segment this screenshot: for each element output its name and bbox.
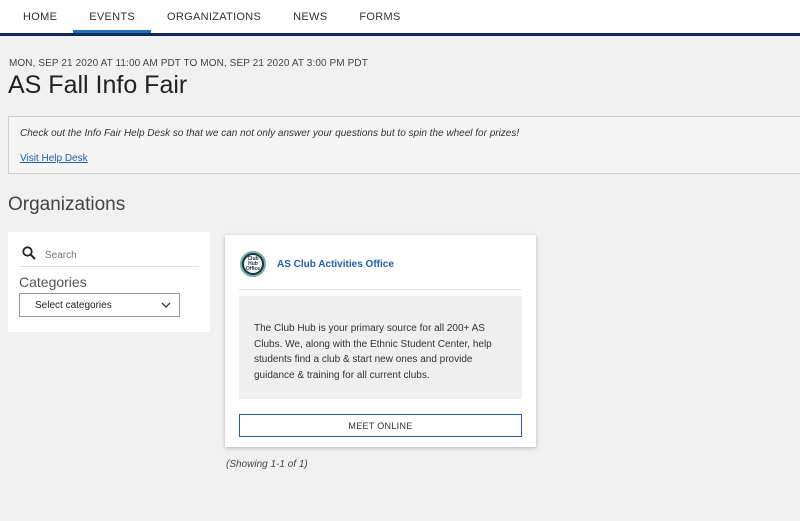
nav-news[interactable]: NEWS bbox=[277, 0, 343, 33]
org-name-link[interactable]: AS Club Activities Office bbox=[277, 259, 394, 270]
categories-select[interactable]: Select categories bbox=[19, 293, 180, 317]
organizations-section-title: Organizations bbox=[8, 194, 126, 215]
nav-events[interactable]: EVENTS bbox=[73, 0, 151, 33]
chevron-down-icon bbox=[161, 302, 171, 308]
search-icon[interactable] bbox=[21, 245, 37, 261]
event-date-range: MON, SEP 21 2020 AT 11:00 AM PDT TO MON,… bbox=[9, 58, 368, 69]
filter-panel: Categories Select categories bbox=[8, 232, 210, 332]
visit-help-desk-link[interactable]: Visit Help Desk bbox=[20, 153, 88, 164]
org-card: Club Hub Office AS Club Activities Offic… bbox=[225, 235, 536, 447]
org-logo: Club Hub Office bbox=[240, 251, 266, 277]
nav-forms[interactable]: FORMS bbox=[343, 0, 416, 33]
event-title: AS Fall Info Fair bbox=[8, 71, 188, 99]
search-input[interactable] bbox=[45, 249, 185, 261]
categories-label: Categories bbox=[19, 274, 87, 290]
org-description: The Club Hub is your primary source for … bbox=[254, 323, 492, 381]
card-divider bbox=[239, 289, 522, 290]
event-info-box: Check out the Info Fair Help Desk so tha… bbox=[8, 116, 800, 174]
meet-online-button[interactable]: MEET ONLINE bbox=[239, 414, 522, 437]
search-row bbox=[19, 240, 199, 267]
org-logo-text: Club Hub Office bbox=[244, 255, 262, 273]
nav-home[interactable]: HOME bbox=[0, 0, 73, 33]
nav-organizations[interactable]: ORGANIZATIONS bbox=[151, 0, 277, 33]
top-nav: HOME EVENTS ORGANIZATIONS NEWS FORMS bbox=[0, 0, 800, 36]
results-count: (Showing 1-1 of 1) bbox=[226, 459, 308, 470]
event-info-text: Check out the Info Fair Help Desk so tha… bbox=[20, 128, 520, 139]
org-description-box: The Club Hub is your primary source for … bbox=[239, 296, 522, 399]
categories-select-value: Select categories bbox=[35, 299, 112, 311]
